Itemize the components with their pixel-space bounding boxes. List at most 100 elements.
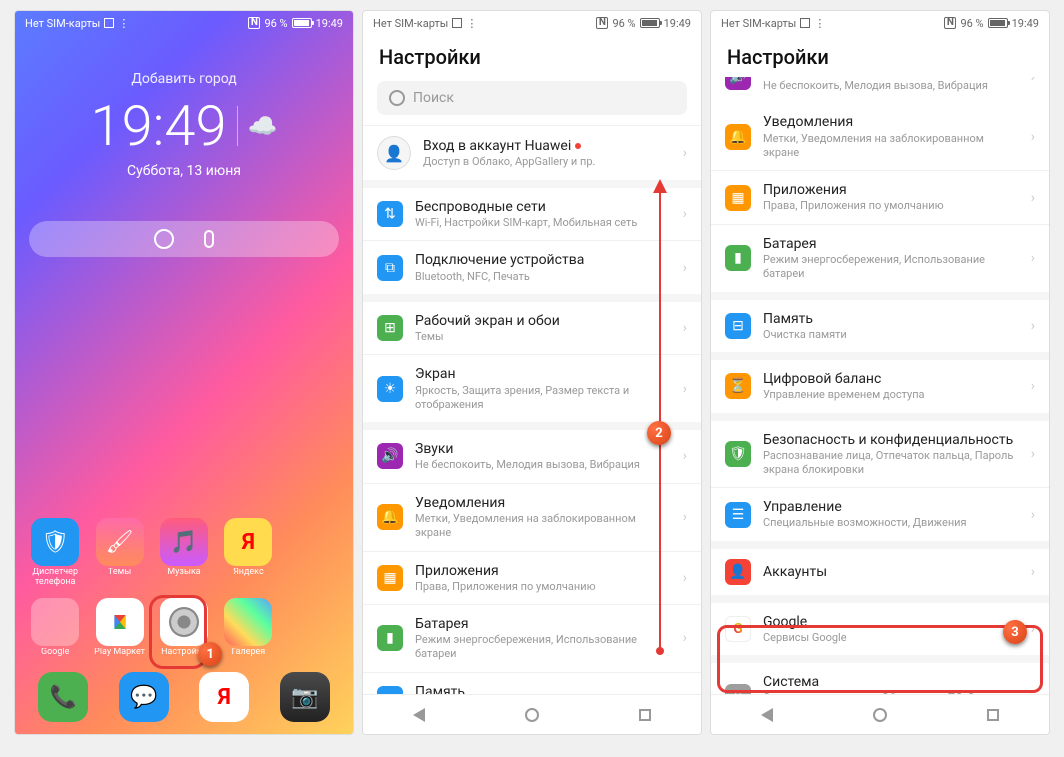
settings-row[interactable]: ⇅Беспроводные сетиWi-Fi, Настройки SIM-к…: [363, 180, 701, 240]
row-title: Батарея: [763, 235, 1019, 253]
row-sub: Яркость, Защита зрения, Размер текста и …: [415, 384, 671, 413]
add-city-label: Добавить город: [15, 71, 353, 87]
app-grid: 🛡 Диспетчер телефона 🖌 Темы 🎵 Музыка Я Я…: [15, 518, 353, 658]
clock: 19:49: [91, 93, 227, 159]
chevron-right-icon: ›: [1031, 378, 1035, 394]
callout-1: 1: [198, 642, 222, 666]
row-icon: 🔔: [377, 504, 403, 530]
callout-3: 3: [1003, 620, 1027, 644]
settings-row[interactable]: 👤Аккаунты›: [711, 541, 1049, 595]
row-sub: Права, Приложения по умолчанию: [763, 199, 1019, 213]
row-sub: Bluetooth, NFC, Печать: [415, 270, 671, 284]
settings-row[interactable]: ⊟ПамятьОчистка памяти›: [363, 672, 701, 694]
row-icon: ☀: [377, 376, 403, 402]
wifi-icon: ⋮: [118, 17, 129, 30]
row-icon: ⊟: [725, 313, 751, 339]
row-sub: Режим энергосбережения, Использование ба…: [763, 253, 1019, 282]
row-icon: ⇅: [377, 201, 403, 227]
highlight-system: [717, 625, 1043, 693]
divider: [237, 106, 238, 146]
settings-row[interactable]: ⊞Рабочий экран и обоиТемы›: [363, 294, 701, 354]
weather-icon: ☁️: [248, 112, 278, 140]
settings-row[interactable]: ▮ БатареяРежим энергосбережения, Использо…: [711, 224, 1049, 292]
nav-back[interactable]: [761, 708, 773, 722]
folder-icon: [31, 598, 79, 646]
dock-messages[interactable]: 💬: [119, 672, 169, 722]
nav-home[interactable]: [873, 708, 887, 722]
settings-row[interactable]: ⊟ПамятьОчистка памяти›: [711, 292, 1049, 352]
dock-yandex[interactable]: Я: [199, 672, 249, 722]
sim-icon: [104, 18, 114, 28]
nav-recent[interactable]: [639, 709, 651, 721]
row-icon: 🔊: [377, 443, 403, 469]
chevron-right-icon: ›: [683, 691, 687, 694]
status-time: 19:49: [316, 17, 343, 30]
settings-row[interactable]: ▦ПриложенияПрава, Приложения по умолчани…: [711, 170, 1049, 223]
callout-2: 2: [647, 421, 671, 445]
row-sub: Темы: [415, 330, 671, 344]
settings-row[interactable]: 🛡Безопасность и конфиденциальностьРаспоз…: [711, 413, 1049, 488]
app-label: Play Маркет: [90, 648, 150, 658]
dock-phone[interactable]: 📞: [38, 672, 88, 722]
settings-row[interactable]: ⧉ Подключение устройстваBluetooth, NFC, П…: [363, 240, 701, 293]
app-gallery[interactable]: Галерея: [218, 598, 278, 658]
settings-row[interactable]: ⏳Цифровой балансУправление временем дост…: [711, 352, 1049, 412]
nav-home[interactable]: [525, 708, 539, 722]
app-settings[interactable]: Настройки 1: [154, 598, 214, 658]
settings-row[interactable]: ☀ ЭкранЯркость, Защита зрения, Размер тек…: [363, 354, 701, 422]
app-google-folder[interactable]: Google: [25, 598, 85, 658]
row-icon: ⧉: [377, 255, 403, 281]
row-title: Приложения: [415, 562, 671, 580]
battery-icon: [640, 18, 660, 28]
nav-back[interactable]: [413, 708, 425, 722]
row-icon: ⊞: [377, 315, 403, 341]
app-dispatcher[interactable]: 🛡 Диспетчер телефона: [25, 518, 85, 588]
app-label: Яндекс: [218, 568, 278, 578]
homescreen: Нет SIM-карты ⋮ N 96 % 19:49 Добавить го…: [14, 10, 354, 735]
settings-row[interactable]: 🔔УведомленияМетки, Уведомления на заблок…: [711, 103, 1049, 170]
statusbar: Нет SIM-карты ⋮ N 96 % 19:49: [711, 11, 1049, 35]
search-icon: [154, 229, 174, 249]
settings-row[interactable]: ▦ПриложенияПрава, Приложения по умолчани…: [363, 551, 701, 604]
date-label: Суббота, 13 июня: [15, 163, 353, 179]
nosim-label: Нет SIM-карты: [721, 17, 796, 30]
row-sub: Права, Приложения по умолчанию: [415, 580, 671, 594]
row-icon: ☰: [725, 502, 751, 528]
huawei-account-row[interactable]: 👤 Вход в аккаунт Huawei Доступ в Облако,…: [363, 125, 701, 180]
row-title: Аккаунты: [763, 563, 1019, 581]
settings-row-sounds[interactable]: 🔊 Звуки Не беспокоить, Мелодия вызова, В…: [711, 77, 1049, 103]
row-title: Уведомления: [763, 113, 1019, 131]
nav-recent[interactable]: [987, 709, 999, 721]
row-icon: ⏳: [725, 373, 751, 399]
search-input[interactable]: Поиск: [377, 81, 687, 115]
app-themes[interactable]: 🖌 Темы: [89, 518, 149, 588]
settings-list[interactable]: 🔊 Звуки Не беспокоить, Мелодия вызова, В…: [711, 77, 1049, 694]
row-title: Экран: [415, 365, 671, 383]
dock-camera[interactable]: 📷: [280, 672, 330, 722]
row-icon: ▮: [725, 245, 751, 271]
settings-row[interactable]: ▮БатареяРежим энергосбережения, Использо…: [363, 604, 701, 672]
row-title: Рабочий экран и обои: [415, 312, 671, 330]
row-title: Управление: [763, 498, 1019, 516]
search-widget[interactable]: [29, 221, 339, 257]
row-icon: ⊟: [377, 686, 403, 694]
chevron-right-icon: ›: [683, 145, 687, 161]
themes-icon: 🖌: [96, 518, 144, 566]
row-sub: Распознавание лица, Отпечаток пальца, Па…: [763, 449, 1019, 478]
weather-widget[interactable]: Добавить город 19:49 ☁️ Суббота, 13 июня: [15, 71, 353, 179]
app-label: Галерея: [218, 648, 278, 658]
app-music[interactable]: 🎵 Музыка: [154, 518, 214, 588]
row-icon: ▮: [377, 625, 403, 651]
app-yandex[interactable]: Я Яндекс: [218, 518, 278, 588]
row-title: Подключение устройства: [415, 251, 671, 269]
chevron-right-icon: ›: [683, 206, 687, 222]
nfc-icon: N: [248, 17, 260, 29]
row-sub: Не беспокоить, Мелодия вызова, Вибрация: [415, 458, 671, 472]
wifi-icon: ⋮: [814, 17, 825, 30]
nfc-icon: N: [596, 17, 608, 29]
row-sub: Управление временем доступа: [763, 388, 1019, 402]
app-play[interactable]: Play Маркет: [89, 598, 149, 658]
settings-row[interactable]: ☰УправлениеСпециальные возможности, Движ…: [711, 487, 1049, 540]
chevron-right-icon: ›: [1031, 507, 1035, 523]
settings-row[interactable]: 🔔УведомленияМетки, Уведомления на заблок…: [363, 483, 701, 551]
